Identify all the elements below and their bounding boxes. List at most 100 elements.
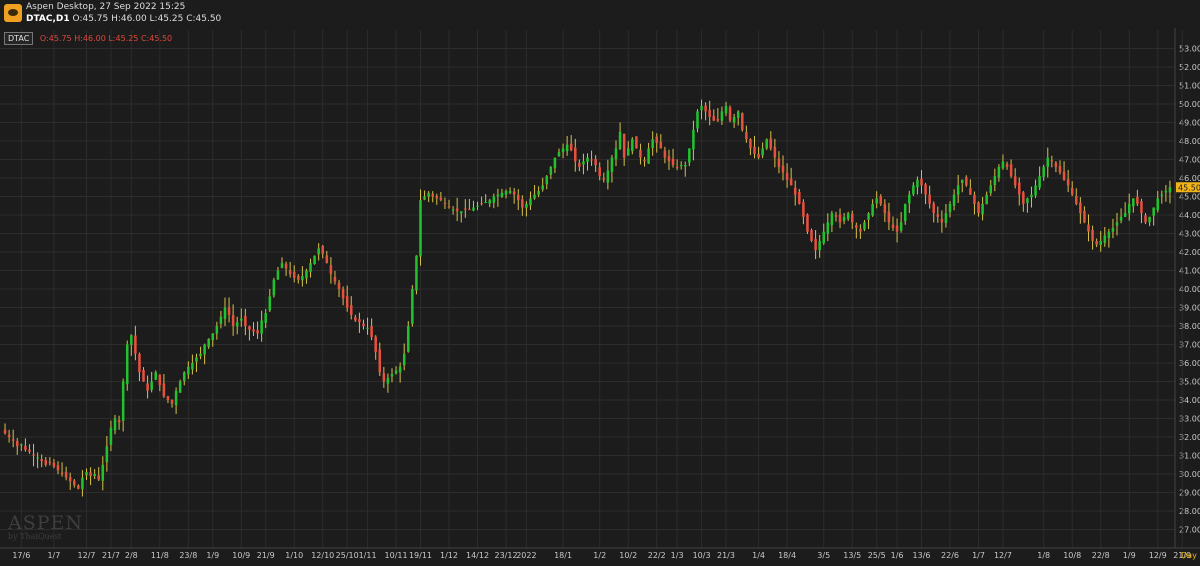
- candle-body: [170, 400, 174, 404]
- candle-body: [231, 315, 235, 326]
- candle-body: [252, 329, 255, 332]
- candle-body: [496, 194, 500, 197]
- candle-body: [1123, 213, 1127, 217]
- candle-body: [802, 202, 805, 217]
- candle-body: [15, 441, 19, 447]
- candle-body: [187, 366, 190, 375]
- x-tick-label: 1/2: [593, 551, 606, 560]
- candle-body: [903, 203, 907, 221]
- candle-body: [297, 276, 300, 280]
- candle-body: [956, 185, 960, 195]
- candle-body: [317, 248, 320, 255]
- candle-body: [598, 167, 601, 177]
- candle-body: [223, 307, 227, 319]
- candle-body: [341, 289, 345, 299]
- candle-body: [696, 111, 699, 129]
- x-tick-label: 12/10: [311, 551, 334, 560]
- candle-body: [1087, 224, 1090, 232]
- candle-body: [883, 203, 887, 214]
- candle-body: [305, 270, 308, 279]
- candle-body: [1075, 195, 1078, 204]
- candle-body: [64, 471, 68, 478]
- candle-body: [960, 179, 964, 184]
- candle-body: [203, 344, 206, 355]
- candle-body: [826, 222, 830, 234]
- x-tick-label: 1/4: [752, 551, 765, 560]
- candle-body: [741, 113, 744, 130]
- candle-body: [313, 255, 316, 265]
- x-tick-label: 1/9: [1123, 551, 1136, 560]
- x-tick-label: 1/7: [47, 551, 60, 560]
- candle-body: [240, 318, 243, 321]
- candle-body: [1079, 202, 1082, 214]
- legend-symbol-tag[interactable]: DTAC: [4, 32, 34, 45]
- candle-body: [785, 173, 789, 180]
- legend-ohlc-values: O:45.75 H:46.00 L:45.25 C:45.50: [39, 34, 173, 43]
- candle-body: [557, 152, 561, 157]
- candle-body: [1050, 160, 1054, 162]
- candle-body: [309, 263, 312, 272]
- candle-body: [480, 203, 483, 205]
- candle-body: [993, 176, 997, 186]
- candle-body: [569, 143, 573, 151]
- candle-body: [492, 196, 496, 203]
- candle-body: [793, 187, 797, 195]
- candle-body: [720, 111, 724, 121]
- chart-legend: DTAC O:45.75 H:46.00 L:45.25 C:45.50: [4, 32, 172, 45]
- candle-body: [969, 188, 972, 195]
- x-tick-label: 25/10: [336, 551, 359, 560]
- candle-body: [724, 105, 728, 114]
- candle-body: [761, 148, 764, 156]
- candle-body: [655, 136, 659, 143]
- candle-body: [981, 203, 984, 215]
- candle-body: [1058, 166, 1062, 173]
- candle-body: [329, 265, 333, 275]
- candle-body: [264, 313, 267, 323]
- candle-body: [85, 472, 88, 476]
- candle-body: [675, 166, 679, 168]
- x-tick-label: 2022: [516, 551, 536, 560]
- candle-body: [582, 161, 585, 165]
- candle-body: [871, 203, 874, 216]
- candle-body: [891, 224, 895, 228]
- candle-body: [728, 107, 732, 121]
- candle-body: [370, 326, 373, 338]
- candle-body: [590, 159, 593, 161]
- candle-body: [52, 462, 56, 467]
- candle-body: [777, 158, 781, 167]
- candle-body: [618, 131, 622, 149]
- candle-body: [146, 383, 149, 391]
- x-tick-label: 22/6: [941, 551, 959, 560]
- x-tick-label: 13/6: [913, 551, 931, 560]
- candle-body: [1046, 157, 1050, 167]
- candle-body: [928, 194, 931, 204]
- x-tick-label: 21/9: [257, 551, 275, 560]
- candle-body: [3, 429, 7, 434]
- candle-body: [781, 165, 785, 173]
- candle-body: [1140, 201, 1143, 214]
- candlestick-chart[interactable]: 27.0028.0029.0030.0031.0032.0033.0034.00…: [0, 28, 1200, 566]
- candle-body: [459, 211, 463, 214]
- candle-body: [276, 270, 280, 280]
- candle-body: [68, 477, 72, 482]
- candle-body: [753, 146, 756, 154]
- candle-body: [830, 213, 834, 226]
- candle-body: [451, 209, 455, 211]
- candle-body: [93, 474, 96, 477]
- x-tick-label: 23/12: [495, 551, 518, 560]
- candle-body: [704, 105, 707, 112]
- x-tick-label: 21/7: [102, 551, 120, 560]
- candle-body: [500, 192, 504, 197]
- candle-body: [1144, 215, 1147, 223]
- candle-body: [683, 165, 687, 167]
- candle-body: [301, 276, 304, 281]
- candle-body: [73, 480, 76, 486]
- candle-body: [215, 326, 219, 334]
- x-tick-label: 2/8: [125, 551, 138, 560]
- chart-area[interactable]: 27.00 28.00 29.00 30.00 31.00 32.00 33.00 34.00…: [0, 28, 1200, 566]
- aspen-logo-icon: [4, 4, 22, 22]
- x-tick-label: 12/7: [78, 551, 96, 560]
- candle-body: [940, 219, 944, 223]
- x-tick-label: 10/3: [693, 551, 711, 560]
- candle-body: [11, 439, 15, 441]
